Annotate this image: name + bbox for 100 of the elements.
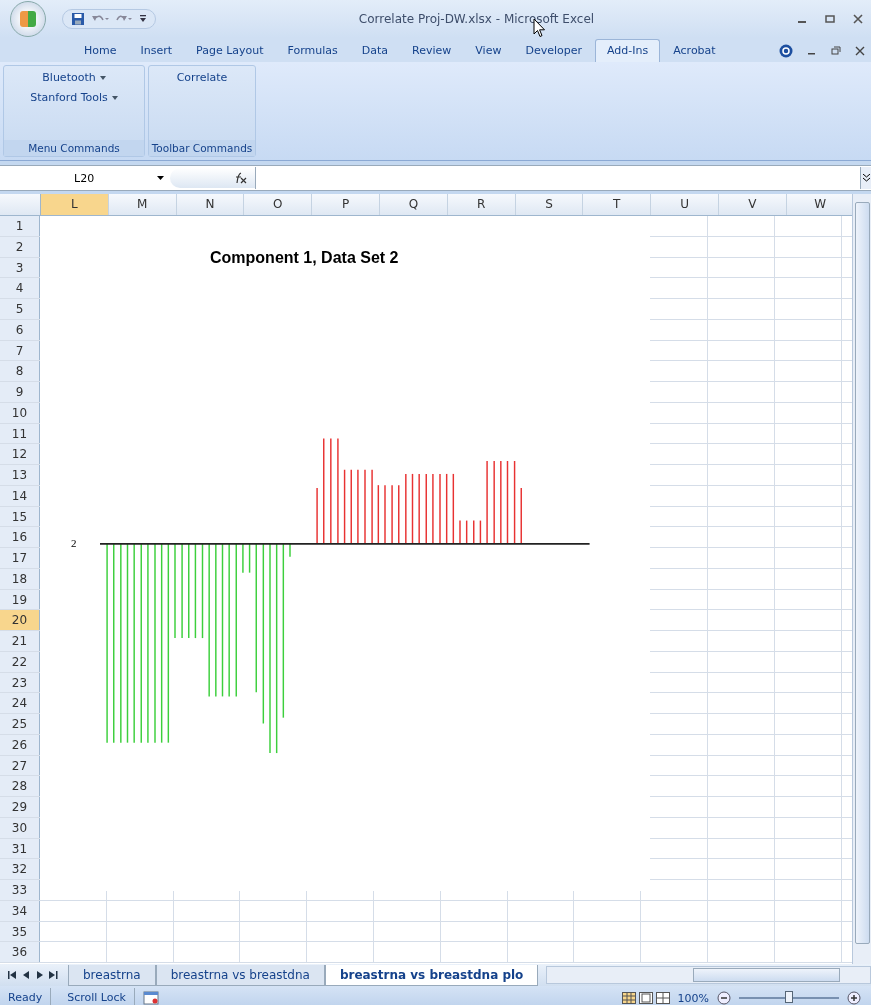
normal-view-icon[interactable] [621, 992, 636, 1004]
row-header[interactable]: 8 [0, 361, 40, 381]
ribbon-command[interactable]: Stanford Tools [30, 91, 118, 104]
chart-title: Component 1, Data Set 2 [210, 249, 399, 267]
zoom-percent[interactable]: 100% [677, 991, 709, 1005]
help-icon[interactable] [779, 44, 793, 58]
page-break-view-icon[interactable] [655, 992, 670, 1004]
customize-caret-icon[interactable] [139, 15, 147, 23]
group-label: Toolbar Commands [149, 140, 255, 156]
macro-record-icon[interactable] [142, 991, 159, 1005]
next-sheet-icon[interactable] [36, 971, 43, 979]
row-header[interactable]: 29 [0, 797, 40, 817]
ribbon-tab[interactable]: View [464, 40, 513, 62]
column-header[interactable]: V [718, 194, 787, 215]
row-header[interactable]: 26 [0, 734, 40, 755]
row-header[interactable]: 4 [0, 278, 40, 298]
ribbon-command[interactable]: Correlate [176, 71, 228, 84]
row-header[interactable]: 5 [0, 299, 40, 319]
row-header[interactable]: 16 [0, 527, 40, 547]
last-sheet-icon[interactable] [49, 971, 58, 979]
column-header[interactable]: N [176, 194, 245, 215]
column-header[interactable]: R [447, 194, 516, 215]
sheet-tab[interactable]: breastrna vs breastdna [155, 964, 325, 986]
horizontal-scrollbar[interactable] [546, 966, 871, 984]
axis-label: 2 [71, 537, 77, 549]
row-header[interactable]: 24 [0, 693, 40, 713]
caret-icon [99, 75, 106, 80]
row-header[interactable]: 33 [0, 880, 40, 900]
column-header[interactable]: S [515, 194, 584, 215]
sheet-tab[interactable]: breastrna [68, 964, 156, 986]
row-header[interactable]: 32 [0, 859, 40, 879]
row-header[interactable]: 14 [0, 485, 40, 506]
row-header[interactable]: 20 [0, 610, 40, 630]
zoom-in-icon[interactable] [847, 991, 861, 1005]
row-header[interactable]: 30 [0, 817, 40, 838]
office-logo-button[interactable] [10, 1, 46, 37]
column-header[interactable]: T [583, 194, 652, 215]
row-header[interactable]: 35 [0, 921, 40, 942]
row-header[interactable]: 31 [0, 838, 40, 859]
row-header[interactable]: 10 [0, 402, 40, 423]
zoom-slider-thumb[interactable] [785, 991, 793, 1003]
ribbon-command[interactable]: Bluetooth [42, 71, 106, 84]
row-header[interactable]: 21 [0, 631, 40, 651]
row-header[interactable]: 19 [0, 589, 40, 610]
row-header[interactable]: 12 [0, 444, 40, 464]
first-sheet-icon[interactable] [8, 971, 17, 979]
close-icon[interactable] [855, 46, 865, 56]
row-header[interactable]: 23 [0, 672, 40, 693]
restore-icon[interactable] [831, 46, 841, 56]
expand-button[interactable] [860, 167, 871, 189]
name-box[interactable]: L20 [0, 167, 170, 189]
ribbon-tab[interactable]: Formulas [276, 40, 349, 62]
ribbon-tab[interactable]: Developer [514, 40, 593, 62]
status-text: Ready [0, 988, 52, 1005]
column-header[interactable]: P [312, 194, 380, 215]
ribbon-tab[interactable]: Home [73, 40, 128, 62]
chevron-icon [862, 174, 870, 182]
ribbon-tab[interactable]: Add-Ins [595, 39, 661, 62]
ribbon-tab[interactable]: Acrobat [662, 40, 727, 62]
group-label: Menu Commands [4, 140, 144, 156]
insert-function-button[interactable] [170, 168, 255, 188]
row-header[interactable]: 1 [0, 216, 40, 236]
zoom-out-icon[interactable] [717, 991, 731, 1005]
window-title: Correlate Proj-DW.xlsx - Microsoft Excel [357, 12, 596, 26]
row-header[interactable]: 22 [0, 651, 40, 672]
caret-icon [157, 176, 164, 180]
row-header[interactable]: 13 [0, 465, 40, 485]
row-header[interactable]: 6 [0, 319, 40, 340]
ribbon-tab[interactable]: Review [401, 40, 463, 62]
save-icon[interactable] [71, 12, 85, 26]
row-header[interactable]: 3 [0, 257, 40, 278]
column-header[interactable]: O [244, 194, 313, 215]
row-header[interactable]: 17 [0, 548, 40, 568]
column-header[interactable]: U [651, 194, 719, 215]
row-header[interactable]: 9 [0, 382, 40, 402]
row-header[interactable]: 27 [0, 755, 40, 776]
row-header[interactable]: 7 [0, 340, 40, 361]
previous-sheet-icon[interactable] [23, 971, 30, 979]
row-header[interactable]: 15 [0, 506, 40, 527]
sheet-tab[interactable]: breastrna vs breastdna plo [324, 964, 539, 986]
maximize-icon[interactable] [825, 14, 835, 24]
close-icon[interactable] [853, 14, 863, 24]
ribbon-tab[interactable]: Page Layout [185, 40, 275, 62]
status-text: Scroll Lock [59, 988, 135, 1005]
row-header[interactable]: 36 [0, 942, 40, 962]
ribbon-tab[interactable]: Data [350, 40, 400, 62]
page-layout-view-icon[interactable] [638, 992, 653, 1004]
row-header[interactable]: 25 [0, 714, 40, 734]
caret-icon [111, 95, 118, 100]
column-header[interactable]: L [41, 194, 109, 215]
column-header[interactable]: M [108, 194, 177, 215]
fx-icon [233, 172, 247, 184]
row-header[interactable]: 28 [0, 776, 40, 796]
row-header[interactable]: 2 [0, 236, 40, 257]
column-header[interactable]: Q [380, 194, 448, 215]
ribbon-tab[interactable]: Insert [129, 40, 184, 62]
row-header[interactable]: 34 [0, 900, 40, 921]
row-header[interactable]: 11 [0, 423, 40, 444]
vertical-scrollbar[interactable] [852, 194, 871, 964]
row-header[interactable]: 18 [0, 568, 40, 589]
